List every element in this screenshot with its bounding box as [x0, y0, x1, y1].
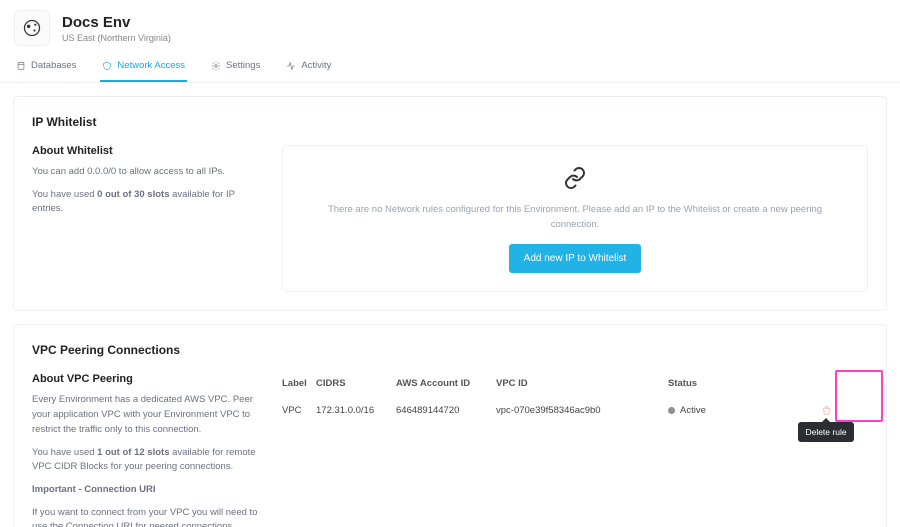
col-status: Status	[668, 378, 742, 389]
delete-rule-button[interactable]	[819, 404, 833, 418]
link-icon	[297, 166, 853, 193]
table-header: Label CIDRS AWS Account ID VPC ID Status	[282, 373, 868, 394]
about-usage: You have used 0 out of 30 slots availabl…	[32, 188, 264, 217]
env-avatar	[14, 10, 50, 46]
cell-aws: 646489144720	[396, 405, 496, 416]
tab-label: Activity	[301, 60, 331, 71]
trash-icon	[821, 405, 832, 416]
col-aws: AWS Account ID	[396, 378, 496, 389]
env-region: US East (Northern Virginia)	[62, 33, 171, 43]
peering-about: About VPC Peering Every Environment has …	[32, 373, 264, 527]
about-text: Every Environment has a dedicated AWS VP…	[32, 393, 264, 437]
col-cidrs: CIDRS	[316, 378, 396, 389]
table-row: VPC 172.31.0.0/16 646489144720 vpc-070e3…	[282, 394, 868, 421]
important-text: If you want to connect from your VPC you…	[32, 506, 264, 527]
whitelist-about: About Whitelist You can add 0.0.0/0 to a…	[32, 145, 264, 292]
col-label: Label	[282, 378, 316, 389]
about-title: About Whitelist	[32, 145, 264, 157]
cell-status: Active	[668, 405, 742, 416]
tab-network-access[interactable]: Network Access	[100, 52, 187, 82]
tab-settings[interactable]: Settings	[209, 52, 262, 82]
section-title: IP Whitelist	[32, 115, 868, 129]
important-title: Important - Connection URI	[32, 483, 264, 498]
col-vpc: VPC ID	[496, 378, 668, 389]
about-title: About VPC Peering	[32, 373, 264, 385]
about-usage: You have used 1 out of 12 slots availabl…	[32, 446, 264, 475]
env-title: Docs Env	[62, 14, 171, 31]
ip-whitelist-card: IP Whitelist About Whitelist You can add…	[13, 96, 887, 311]
whitelist-empty-state: There are no Network rules configured fo…	[282, 145, 868, 292]
shield-icon	[102, 61, 112, 71]
cell-vpc: vpc-070e39f58346ac9b0	[496, 405, 668, 416]
tab-label: Databases	[31, 60, 76, 71]
tab-activity[interactable]: Activity	[284, 52, 333, 82]
cell-label: VPC	[282, 405, 316, 416]
cell-cidrs: 172.31.0.0/16	[316, 405, 396, 416]
tab-databases[interactable]: Databases	[14, 52, 78, 82]
database-icon	[16, 61, 26, 71]
tabs-bar: Databases Network Access Settings Activi…	[0, 52, 900, 83]
section-title: VPC Peering Connections	[32, 343, 868, 357]
globe-icon	[22, 18, 42, 38]
gear-icon	[211, 61, 221, 71]
peering-table: Label CIDRS AWS Account ID VPC ID Status…	[282, 373, 868, 527]
tab-label: Network Access	[117, 60, 185, 71]
page-header: Docs Env US East (Northern Virginia)	[0, 0, 900, 52]
activity-icon	[286, 61, 296, 71]
about-text: You can add 0.0.0/0 to allow access to a…	[32, 165, 264, 180]
delete-tooltip: Delete rule	[798, 422, 853, 442]
empty-message: There are no Network rules configured fo…	[297, 202, 853, 232]
add-ip-button[interactable]: Add new IP to Whitelist	[509, 244, 642, 273]
vpc-peering-card: VPC Peering Connections About VPC Peerin…	[13, 324, 887, 527]
tab-label: Settings	[226, 60, 260, 71]
status-dot-icon	[668, 407, 675, 414]
